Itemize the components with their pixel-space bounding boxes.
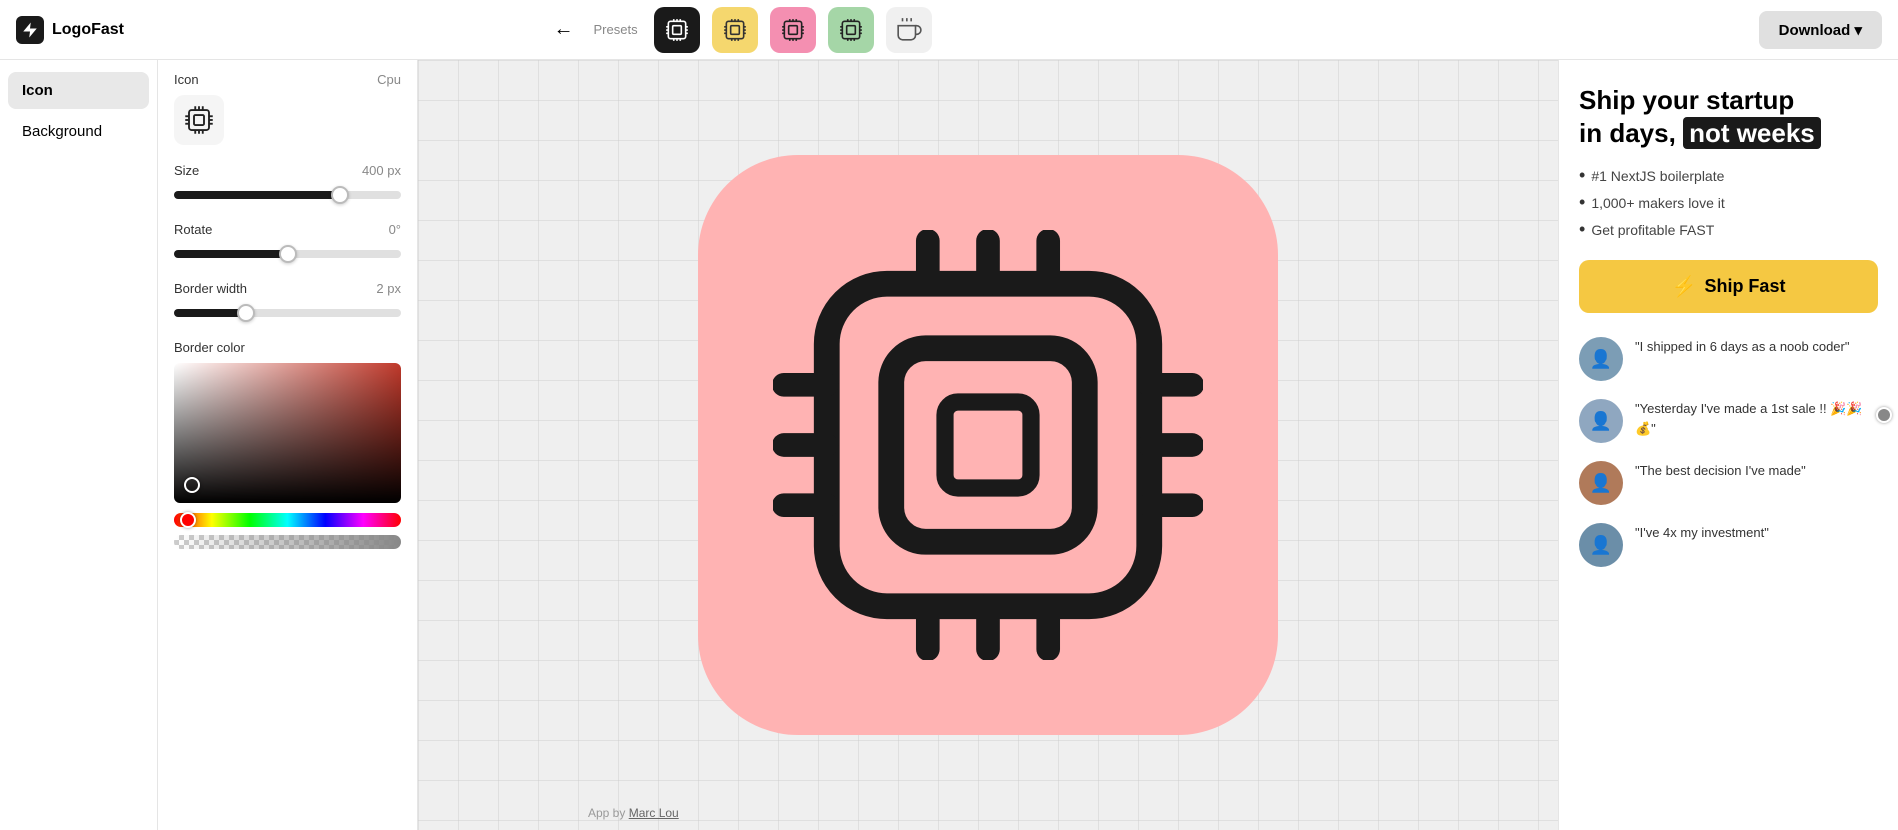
sidebar-tabs: Icon Background xyxy=(0,60,158,830)
color-picker-cursor xyxy=(184,477,200,493)
canvas-area: App by Marc Lou xyxy=(418,60,1558,830)
ad-bullets: #1 NextJS boilerplate 1,000+ makers love… xyxy=(1579,165,1878,240)
logo-area: LogoFast xyxy=(16,16,124,44)
preset-item-5[interactable] xyxy=(886,7,932,53)
ad-headline: Ship your startup in days, not weeks xyxy=(1579,84,1878,149)
icon-label: Icon xyxy=(174,72,199,87)
presets-area: ← Presets xyxy=(546,7,932,53)
border-color-label: Border color xyxy=(174,340,245,355)
border-color-row: Border color xyxy=(174,340,401,355)
size-control-section: Size 400 px xyxy=(174,163,401,204)
bullet-1: #1 NextJS boilerplate xyxy=(1579,165,1878,186)
app-name: LogoFast xyxy=(52,21,124,39)
testimonial-4: 👤 "I've 4x my investment" xyxy=(1579,523,1878,567)
presets-label: Presets xyxy=(594,22,638,37)
testimonial-3: 👤 "The best decision I've made" xyxy=(1579,461,1878,505)
preset-item-1[interactable] xyxy=(654,7,700,53)
testimonial-1-text: "I shipped in 6 days as a noob coder" xyxy=(1635,337,1849,357)
bullet-2: 1,000+ makers love it xyxy=(1579,192,1878,213)
icon-value: Cpu xyxy=(377,72,401,87)
author-link[interactable]: Marc Lou xyxy=(629,806,679,820)
tab-background[interactable]: Background xyxy=(8,113,149,150)
size-control-row: Size 400 px xyxy=(174,163,401,178)
topbar: LogoFast ← Presets Download ▾ xyxy=(0,0,1898,60)
testimonials: 👤 "I shipped in 6 days as a noob coder" … xyxy=(1579,337,1878,567)
preset-item-4[interactable] xyxy=(828,7,874,53)
border-width-slider[interactable] xyxy=(174,309,401,317)
border-width-section: Border width 2 px xyxy=(174,281,401,322)
size-value: 400 px xyxy=(362,163,401,178)
rotate-value: 0° xyxy=(389,222,401,237)
controls-panel: Icon Cpu Size 400 px xyxy=(158,60,418,830)
ship-btn-label: Ship Fast xyxy=(1704,276,1785,297)
avatar-3: 👤 xyxy=(1579,461,1623,505)
preset-item-2[interactable] xyxy=(712,7,758,53)
testimonial-1: 👤 "I shipped in 6 days as a noob coder" xyxy=(1579,337,1878,381)
avatar-1: 👤 xyxy=(1579,337,1623,381)
rotate-slider[interactable] xyxy=(174,250,401,258)
alpha-slider[interactable] xyxy=(174,535,401,549)
testimonial-2-text: "Yesterday I've made a 1st sale !! 🎉🎉💰" xyxy=(1635,399,1878,438)
rotate-control-row: Rotate 0° xyxy=(174,222,401,237)
ad-highlight: not weeks xyxy=(1683,117,1821,149)
cpu-main-icon xyxy=(773,230,1203,660)
avatar-4: 👤 xyxy=(1579,523,1623,567)
hue-slider[interactable] xyxy=(174,513,401,527)
download-button[interactable]: Download ▾ xyxy=(1759,11,1882,49)
icon-control-section: Icon Cpu xyxy=(174,72,401,145)
color-picker-gradient[interactable] xyxy=(174,363,401,503)
rotate-control-section: Rotate 0° xyxy=(174,222,401,263)
bullet-3: Get profitable FAST xyxy=(1579,219,1878,240)
avatar-2: 👤 xyxy=(1579,399,1623,443)
rotate-label: Rotate xyxy=(174,222,212,237)
size-label: Size xyxy=(174,163,199,178)
testimonial-2: 👤 "Yesterday I've made a 1st sale !! 🎉🎉💰… xyxy=(1579,399,1878,443)
app-logo-icon xyxy=(16,16,44,44)
preset-item-3[interactable] xyxy=(770,7,816,53)
border-color-section: Border color xyxy=(174,340,401,549)
app-credit: App by Marc Lou xyxy=(588,806,679,820)
cpu-preview-icon xyxy=(184,105,214,135)
main-layout: Icon Background Icon Cpu xyxy=(0,60,1898,830)
testimonial-3-text: "The best decision I've made" xyxy=(1635,461,1806,481)
ship-fast-button[interactable]: ⚡ Ship Fast xyxy=(1579,260,1878,313)
logo-canvas xyxy=(698,155,1278,735)
border-width-value: 2 px xyxy=(376,281,401,296)
bolt-icon: ⚡ xyxy=(1672,274,1697,299)
icon-control-row: Icon Cpu xyxy=(174,72,401,87)
testimonial-4-text: "I've 4x my investment" xyxy=(1635,523,1769,543)
border-width-label: Border width xyxy=(174,281,247,296)
right-panel: Ship your startup in days, not weeks #1 … xyxy=(1558,60,1898,830)
size-slider[interactable] xyxy=(174,191,401,199)
icon-preview[interactable] xyxy=(174,95,224,145)
border-width-row: Border width 2 px xyxy=(174,281,401,296)
back-button[interactable]: ← xyxy=(546,12,582,48)
tab-icon[interactable]: Icon xyxy=(8,72,149,109)
